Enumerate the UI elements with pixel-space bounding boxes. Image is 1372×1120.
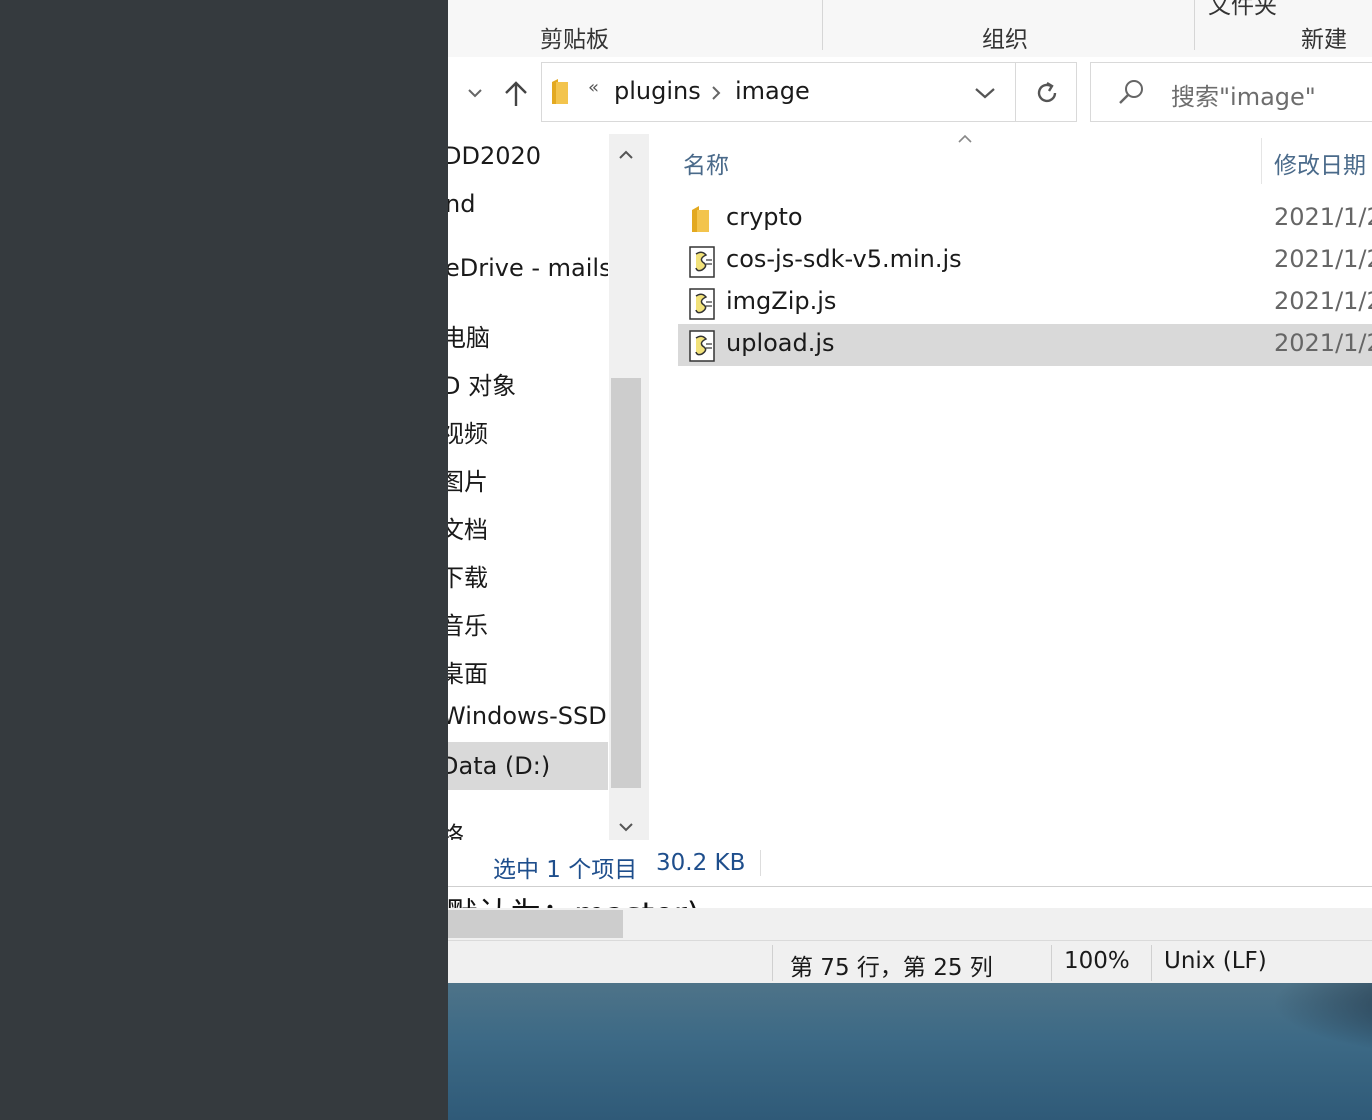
address-segment-plugins[interactable]: plugins — [614, 77, 701, 105]
editor-horizontal-scrollbar-thumb[interactable] — [448, 910, 623, 938]
chevron-right-icon[interactable] — [710, 85, 722, 105]
nav-item-music[interactable]: 音乐 — [448, 600, 608, 644]
nav-item-downloads[interactable]: 下载 — [448, 552, 608, 596]
explorer-status-bar: 选中 1 个项目 30.2 KB — [448, 840, 1372, 887]
column-header-name[interactable]: 名称 — [683, 146, 729, 180]
navigation-pane: DD2020 nd eDrive - mails 电脑 D 对象 视频 图片 文… — [448, 134, 643, 840]
selection-size: 30.2 KB — [656, 850, 746, 876]
nav-item-network[interactable]: 络 — [448, 810, 608, 840]
status-separator — [1151, 945, 1152, 981]
background-window-dark-panel — [0, 0, 448, 1120]
address-divider — [1015, 63, 1016, 121]
status-separator — [760, 850, 761, 876]
file-row-crypto[interactable]: crypto 2021/1/2 — [678, 198, 1372, 240]
ribbon-separator — [1194, 0, 1195, 50]
nav-item-pictures[interactable]: 图片 — [448, 456, 608, 500]
js-file-icon — [688, 330, 715, 362]
column-separator[interactable] — [1261, 138, 1262, 184]
nav-item-data-d[interactable]: Data (D:) — [448, 746, 608, 790]
folder-icon — [688, 204, 714, 234]
line-ending: Unix (LF) — [1164, 948, 1267, 974]
file-row-imgzip[interactable]: imgZip.js 2021/1/2 — [678, 282, 1372, 324]
selection-count: 选中 1 个项目 — [493, 857, 638, 883]
ribbon-separator — [822, 0, 823, 50]
zoom-level: 100% — [1064, 948, 1130, 974]
file-name: crypto — [726, 203, 803, 231]
up-arrow-icon[interactable] — [503, 80, 529, 114]
file-date: 2021/1/2 — [1274, 287, 1372, 315]
file-name: upload.js — [726, 329, 835, 357]
nav-item-this-pc[interactable]: 电脑 — [448, 312, 608, 356]
js-file-icon — [688, 246, 715, 278]
ribbon-group-clipboard: 剪贴板 — [540, 27, 609, 53]
file-date: 2021/1/2 — [1274, 329, 1372, 357]
search-box[interactable]: 搜索"image" — [1090, 62, 1372, 122]
search-input[interactable]: 搜索"image" — [1171, 77, 1316, 112]
nav-item-videos[interactable]: 视频 — [448, 408, 608, 452]
ribbon-group-new: 新建 — [1301, 27, 1347, 53]
search-icon — [1117, 78, 1145, 110]
nav-item-documents[interactable]: 文档 — [448, 504, 608, 548]
desktop-wallpaper — [448, 983, 1372, 1120]
address-dropdown-chevron-icon[interactable] — [974, 85, 996, 105]
file-date: 2021/1/2 — [1274, 245, 1372, 273]
ribbon-partial-label: 文件夹 — [1208, 0, 1277, 19]
nav-item-3d-objects[interactable]: D 对象 — [448, 360, 608, 404]
folder-icon — [550, 78, 570, 110]
file-row-upload-selected[interactable]: upload.js 2021/1/2 — [678, 324, 1372, 366]
file-list: 名称 修改日期 crypto 2021/1/2 cos-js-sdk-v5.mi… — [649, 134, 1372, 840]
file-name: imgZip.js — [726, 287, 837, 315]
file-date: 2021/1/2 — [1274, 203, 1372, 231]
column-header-date[interactable]: 修改日期 — [1274, 146, 1366, 180]
recent-locations-chevron-icon[interactable] — [466, 80, 484, 108]
file-name: cos-js-sdk-v5.min.js — [726, 245, 962, 273]
status-separator — [772, 945, 773, 981]
address-segment-image[interactable]: image — [735, 77, 810, 105]
status-separator — [1051, 945, 1052, 981]
ribbon-group-organize: 组织 — [982, 27, 1028, 53]
scroll-down-arrow-icon[interactable] — [618, 818, 634, 837]
refresh-icon[interactable] — [1034, 80, 1060, 110]
file-row-cos-js-sdk[interactable]: cos-js-sdk-v5.min.js 2021/1/2 — [678, 240, 1372, 282]
sort-arrow-icon — [957, 128, 973, 149]
address-overflow-icon[interactable]: « — [588, 77, 599, 98]
nav-item[interactable]: nd — [448, 184, 608, 228]
nav-item-desktop[interactable]: 桌面 — [448, 648, 608, 692]
scroll-up-arrow-icon[interactable] — [618, 146, 634, 165]
address-bar[interactable]: « plugins image — [541, 62, 1077, 122]
editor-status-bar: 第 75 行，第 25 列 100% Unix (LF) — [448, 940, 1372, 984]
nav-item[interactable]: DD2020 — [448, 136, 608, 180]
nav-item-onedrive[interactable]: eDrive - mails — [448, 248, 608, 292]
nav-scrollbar-thumb[interactable] — [611, 378, 641, 788]
ribbon: 文件夹 剪贴板 组织 新建 — [448, 0, 1372, 58]
nav-item-windows-ssd[interactable]: Windows-SSD ( — [448, 696, 608, 740]
cursor-position: 第 75 行，第 25 列 — [790, 955, 993, 981]
js-file-icon — [688, 288, 715, 320]
